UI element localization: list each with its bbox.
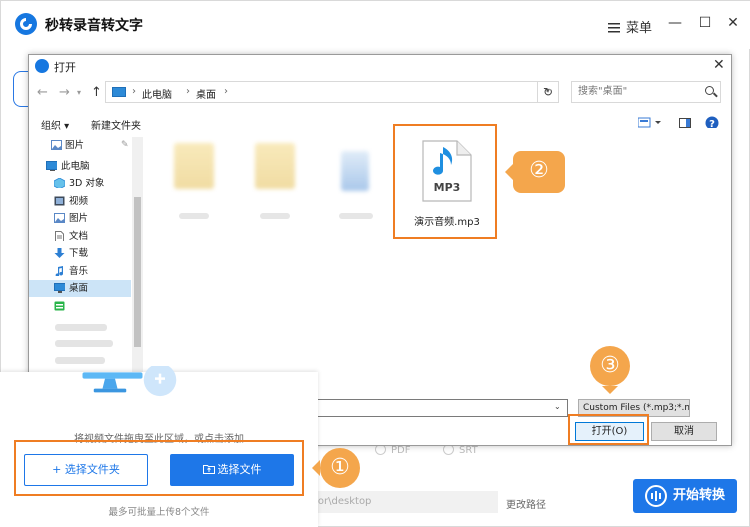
organize-menu[interactable]: 组织 ▾ — [41, 117, 69, 132]
3d-objects-icon — [54, 178, 65, 188]
blurred-folder-icon[interactable] — [174, 143, 214, 189]
nav-item-drive[interactable] — [29, 298, 131, 315]
nav-label: 下载 — [69, 248, 89, 259]
blurred-nav-item — [55, 357, 105, 364]
nav-item-this-pc[interactable]: 此电脑 — [29, 158, 131, 175]
step1-badge: ① — [320, 448, 360, 488]
dialog-titlebar: 打开 ✕ — [29, 55, 731, 77]
search-icon — [705, 86, 714, 95]
app-title: 秒转录音转文字 — [45, 18, 143, 34]
app-titlebar: 秒转录音转文字 菜单 — ☐ ✕ — [1, 1, 750, 49]
dialog-title: 打开 — [54, 61, 76, 74]
blurred-file-label — [179, 213, 209, 219]
menu-button[interactable]: 菜单 — [608, 17, 652, 36]
file-name-input[interactable] — [316, 399, 568, 417]
cancel-button[interactable]: 取消 — [651, 422, 717, 441]
svg-text:?: ? — [709, 119, 715, 128]
computer-icon — [112, 87, 126, 97]
minimize-button[interactable]: — — [667, 15, 683, 31]
dialog-app-icon — [35, 59, 49, 73]
blurred-nav-item — [55, 324, 107, 331]
step1-highlight — [14, 440, 304, 496]
nav-item-pictures-quick[interactable]: 图片 ✎ — [29, 137, 131, 154]
preview-pane-icon[interactable] — [679, 117, 691, 129]
step2-badge: ② — [513, 151, 565, 193]
blurred-folder-icon[interactable] — [255, 143, 295, 189]
view-options-icon[interactable] — [638, 117, 662, 129]
change-path-link[interactable]: 更改路径 — [506, 496, 546, 511]
desktop-icon — [54, 283, 65, 293]
start-conversion-button[interactable]: 开始转换 — [633, 479, 737, 513]
dialog-toolbar: 组织 ▾ 新建文件夹 ? — [29, 112, 731, 136]
blurred-file-label — [339, 213, 373, 219]
nav-scrollbar-thumb[interactable] — [134, 197, 141, 347]
nav-label: 3D 对象 — [69, 178, 105, 189]
app-logo-icon — [15, 13, 37, 35]
nav-item-desktop[interactable]: 桌面 — [29, 280, 131, 297]
new-folder-button[interactable]: 新建文件夹 — [91, 117, 141, 132]
search-placeholder: 搜索"桌面" — [578, 86, 628, 97]
nav-item-3d-objects[interactable]: 3D 对象 — [29, 175, 131, 192]
step2-highlight — [393, 124, 497, 239]
breadcrumb-desktop[interactable]: 桌面 — [196, 86, 216, 101]
format-pdf-label: PDF — [391, 445, 411, 456]
navigation-pane: 图片 ✎ 此电脑 3D 对象 视频 图片 文档 下载 音乐 桌面 — [29, 137, 145, 387]
nav-item-videos[interactable]: 视频 — [29, 193, 131, 210]
dialog-close-button[interactable]: ✕ — [713, 57, 725, 73]
nav-item-music[interactable]: 音乐 — [29, 263, 131, 280]
blurred-file-label — [260, 213, 290, 219]
nav-label: 桌面 — [69, 283, 89, 294]
nav-label: 图片 — [69, 213, 89, 224]
nav-item-pictures[interactable]: 图片 — [29, 210, 131, 227]
music-icon — [55, 266, 64, 276]
format-srt-label: SRT — [459, 445, 478, 456]
recent-dropdown-icon[interactable]: ▾ — [77, 88, 81, 97]
up-arrow-icon[interactable]: ↑ — [91, 85, 102, 100]
nav-label: 文档 — [69, 231, 89, 242]
videos-icon — [54, 196, 65, 206]
drive-icon — [54, 301, 65, 311]
blurred-nav-item — [55, 340, 113, 347]
maximize-button[interactable]: ☐ — [697, 15, 713, 31]
nav-label: 视频 — [69, 196, 89, 207]
nav-label: 图片 — [65, 140, 85, 151]
help-icon[interactable]: ? — [705, 116, 719, 128]
nav-label: 音乐 — [69, 266, 89, 277]
refresh-button[interactable]: ↻ — [537, 81, 559, 103]
save-path-field[interactable]: tor\desktop — [306, 491, 498, 513]
address-bar[interactable]: › 此电脑 › 桌面 › ▾ — [105, 81, 559, 103]
upload-limit-text: 最多可批量上传8个文件 — [108, 507, 210, 518]
breadcrumb-this-pc[interactable]: 此电脑 — [142, 86, 172, 101]
file-name-dropdown-icon[interactable]: ⌄ — [554, 402, 561, 411]
hamburger-icon — [608, 23, 620, 33]
close-button[interactable]: ✕ — [725, 15, 741, 31]
pictures-icon — [54, 213, 65, 223]
pictures-icon — [51, 140, 62, 150]
pin-icon: ✎ — [121, 140, 129, 150]
blurred-file-icon[interactable] — [341, 151, 369, 191]
back-arrow-icon[interactable]: ← — [37, 85, 48, 100]
search-input[interactable]: 搜索"桌面" — [571, 81, 721, 103]
forward-arrow-icon[interactable]: → — [59, 85, 70, 100]
nav-item-documents[interactable]: 文档 — [29, 228, 131, 245]
downloads-icon — [54, 248, 65, 258]
upload-illustration-icon — [82, 366, 177, 397]
step3-highlight — [568, 414, 649, 445]
nav-label: 此电脑 — [61, 161, 90, 172]
documents-icon — [55, 231, 64, 241]
start-button-label: 开始转换 — [673, 488, 726, 503]
nav-item-downloads[interactable]: 下载 — [29, 245, 131, 262]
step3-badge: ③ — [590, 346, 630, 386]
computer-icon — [46, 161, 57, 171]
menu-label: 菜单 — [626, 21, 653, 36]
audio-wave-icon — [645, 485, 667, 507]
